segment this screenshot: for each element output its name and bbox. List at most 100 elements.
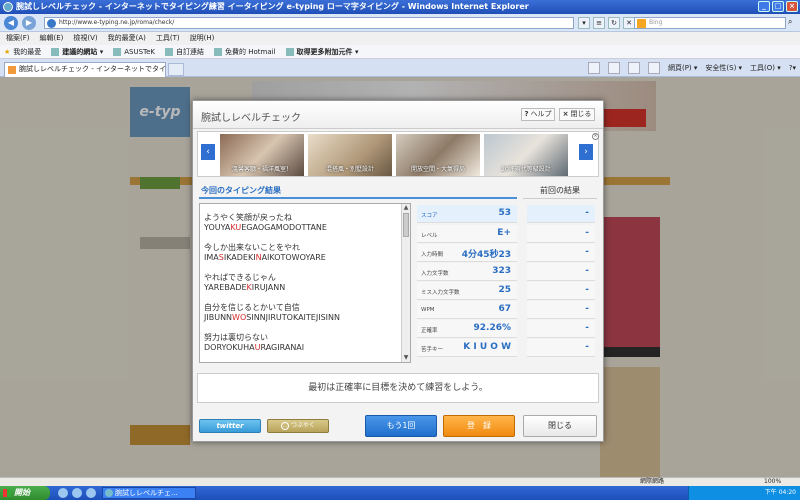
page-icon — [47, 19, 56, 28]
fav-suggested-sites[interactable]: 建議的網站 ▾ — [51, 45, 103, 58]
help-icon[interactable]: ?▾ — [789, 61, 796, 75]
line-romaji: IMASIKADEKINAIKOTOWOYARE — [204, 253, 326, 262]
typed-text-list[interactable]: ようやく笑顔が戻ったね YOUYAKUEGAOGAMODOTTANE 今しか出来… — [199, 203, 411, 363]
tweet-button[interactable]: … つぶやく — [267, 419, 329, 433]
menu-help[interactable]: 說明(H) — [190, 32, 215, 45]
line-jp: 努力は裏切らない — [204, 333, 268, 342]
search-icon[interactable]: ⌕ — [788, 17, 798, 29]
carousel-slide[interactable]: 溫馨客廳・福洋風室！ — [220, 134, 304, 176]
site-icon — [214, 47, 223, 56]
close-button[interactable]: 閉じる — [523, 415, 597, 437]
dialog-close-button[interactable]: × 閉じる — [559, 108, 595, 121]
compat-view-icon[interactable]: ≡ — [593, 17, 605, 29]
browser-tab-active[interactable]: 腕試しレベルチェック - インターネットでタイ... — [4, 62, 166, 77]
tweet-label: つぶやく — [290, 422, 315, 429]
address-bar: ◀ ▶ http://www.e-typing.ne.jp/roma/check… — [0, 14, 800, 32]
back-button[interactable]: ◀ — [4, 16, 18, 30]
bing-icon — [637, 19, 646, 28]
window-close-button[interactable]: × — [786, 1, 798, 12]
carousel-slide[interactable]: 開放空間・大氣得局 — [396, 134, 480, 176]
tools-menu[interactable]: 工具(O) ▾ — [750, 61, 781, 75]
line-jp: 自分を信じるとかいて自信 — [204, 303, 300, 312]
prev-miss: - — [527, 282, 595, 300]
quicklaunch-desktop-icon[interactable] — [72, 488, 82, 498]
prev-score: - — [527, 205, 595, 223]
stat-time: 入力時間 4分45秒23 — [417, 244, 517, 262]
previous-stats: - - - - - - - - — [527, 203, 595, 363]
stat-accuracy: 正確率 92.26% — [417, 320, 517, 338]
print-icon[interactable] — [647, 62, 660, 74]
carousel-next-button[interactable]: › — [579, 144, 593, 160]
fav-hotmail[interactable]: 免費的 Hotmail — [214, 45, 276, 58]
menu-view[interactable]: 檢視(V) — [73, 32, 97, 45]
current-stats: スコア 53 レベル E+ 入力時間 4分45秒23 入力文字数 323 ミス入力文字数… — [417, 203, 517, 363]
line-jp: やればできるじゃん — [204, 273, 276, 282]
scroll-up-icon[interactable]: ▲ — [402, 204, 410, 212]
forward-button[interactable]: ▶ — [22, 16, 36, 30]
new-tab-button[interactable] — [168, 63, 184, 76]
stat-weak-keys: 苦手キー K I U O W — [417, 339, 517, 357]
clock[interactable]: 下午 04:20 — [765, 489, 796, 496]
maximize-button[interactable]: □ — [772, 1, 784, 12]
dropdown-icon[interactable]: ▾ — [578, 17, 590, 29]
ad-carousel: ‹ 溫馨客廳・福洋風室！ 混搭風・別墅設計 開放空間・大氣得局 20坪現代等級設… — [197, 131, 599, 177]
security-zone[interactable]: 網際網路 — [640, 478, 664, 486]
stat-miss: ミス入力文字数 25 — [417, 282, 517, 300]
dialog-header: 腕試しレベルチェック ? ヘルプ × 閉じる — [193, 101, 603, 129]
line-romaji: JIBUNNWOSINNJIRUTOKAITEJISINN — [204, 313, 340, 322]
prev-level: - — [527, 225, 595, 243]
taskbar: 開始 腕試しレベルチェ... 下午 04:20 — [0, 486, 800, 500]
help-button[interactable]: ? ヘルプ — [521, 108, 555, 121]
favorites-button[interactable]: ★ 我的最愛 — [4, 45, 41, 58]
menu-tools[interactable]: 工具(T) — [156, 32, 180, 45]
text-scrollbar[interactable]: ▲ ▼ — [401, 204, 410, 362]
line-romaji: YAREBADEKIRUJANN — [204, 283, 286, 292]
taskbar-window-button[interactable]: 腕試しレベルチェ... — [102, 487, 196, 499]
prev-time: - — [527, 244, 595, 262]
mail-icon[interactable] — [627, 62, 640, 74]
search-field[interactable]: Bing — [634, 17, 786, 29]
taskbar-window-label: 腕試しレベルチェ... — [115, 489, 178, 497]
menu-file[interactable]: 檔案(F) — [6, 32, 30, 45]
start-button[interactable]: 開始 — [0, 486, 50, 500]
quicklaunch-ie-icon[interactable] — [58, 488, 68, 498]
star-icon: ★ — [4, 47, 11, 56]
fav-asustek[interactable]: ASUSTeK — [113, 45, 155, 58]
fav-label: 建議的網站 ▾ — [62, 47, 104, 56]
zoom-level[interactable]: 100% — [764, 478, 781, 486]
site-icon — [285, 47, 294, 56]
ad-close-icon[interactable]: × — [592, 133, 599, 140]
refresh-icon[interactable]: ↻ — [608, 17, 620, 29]
minimize-button[interactable]: _ — [758, 1, 770, 12]
page-menu[interactable]: 網頁(P) ▾ — [668, 61, 697, 75]
url-field[interactable]: http://www.e-typing.ne.jp/roma/check/ — [44, 17, 574, 29]
previous-result-heading: 前回の結果 — [523, 185, 597, 199]
scroll-thumb[interactable] — [403, 213, 409, 237]
status-bar: 網際網路 100% — [0, 477, 800, 486]
safety-menu[interactable]: 安全性(S) ▾ — [705, 61, 742, 75]
advice-message: 最初は正確率に目標を決めて練習をしよう。 — [197, 373, 599, 403]
menu-favorites[interactable]: 我的最愛(A) — [108, 32, 146, 45]
ie-icon — [105, 489, 113, 497]
scroll-down-icon[interactable]: ▼ — [402, 354, 410, 362]
register-button[interactable]: 登 録 — [443, 415, 515, 437]
quicklaunch-media-icon[interactable] — [86, 488, 96, 498]
twitter-button[interactable]: twitter — [199, 419, 261, 433]
menu-edit[interactable]: 編輯(E) — [40, 32, 64, 45]
window-title: 腕試しレベルチェック - インターネットでタイピング練習 イータイピング e-t… — [16, 2, 529, 11]
prev-chars: - — [527, 263, 595, 281]
fav-addons[interactable]: 取得更多附加元件 ▾ — [285, 45, 359, 58]
feeds-icon[interactable] — [607, 62, 620, 74]
prev-wpm: - — [527, 301, 595, 319]
tab-title: 腕試しレベルチェック - インターネットでタイ... — [19, 65, 166, 73]
slide-caption: 20坪現代等級設計 — [501, 166, 551, 173]
ie-icon — [3, 2, 13, 12]
retry-button[interactable]: もう1回 — [365, 415, 437, 437]
line-jp: 今しか出来ないことをやれ — [204, 243, 300, 252]
fav-custom-links[interactable]: 自訂連結 — [165, 45, 204, 58]
site-icon — [165, 47, 174, 56]
home-icon[interactable] — [587, 62, 600, 74]
carousel-slide[interactable]: 混搭風・別墅設計 — [308, 134, 392, 176]
carousel-prev-button[interactable]: ‹ — [201, 144, 215, 160]
carousel-slide[interactable]: 20坪現代等級設計 — [484, 134, 568, 176]
